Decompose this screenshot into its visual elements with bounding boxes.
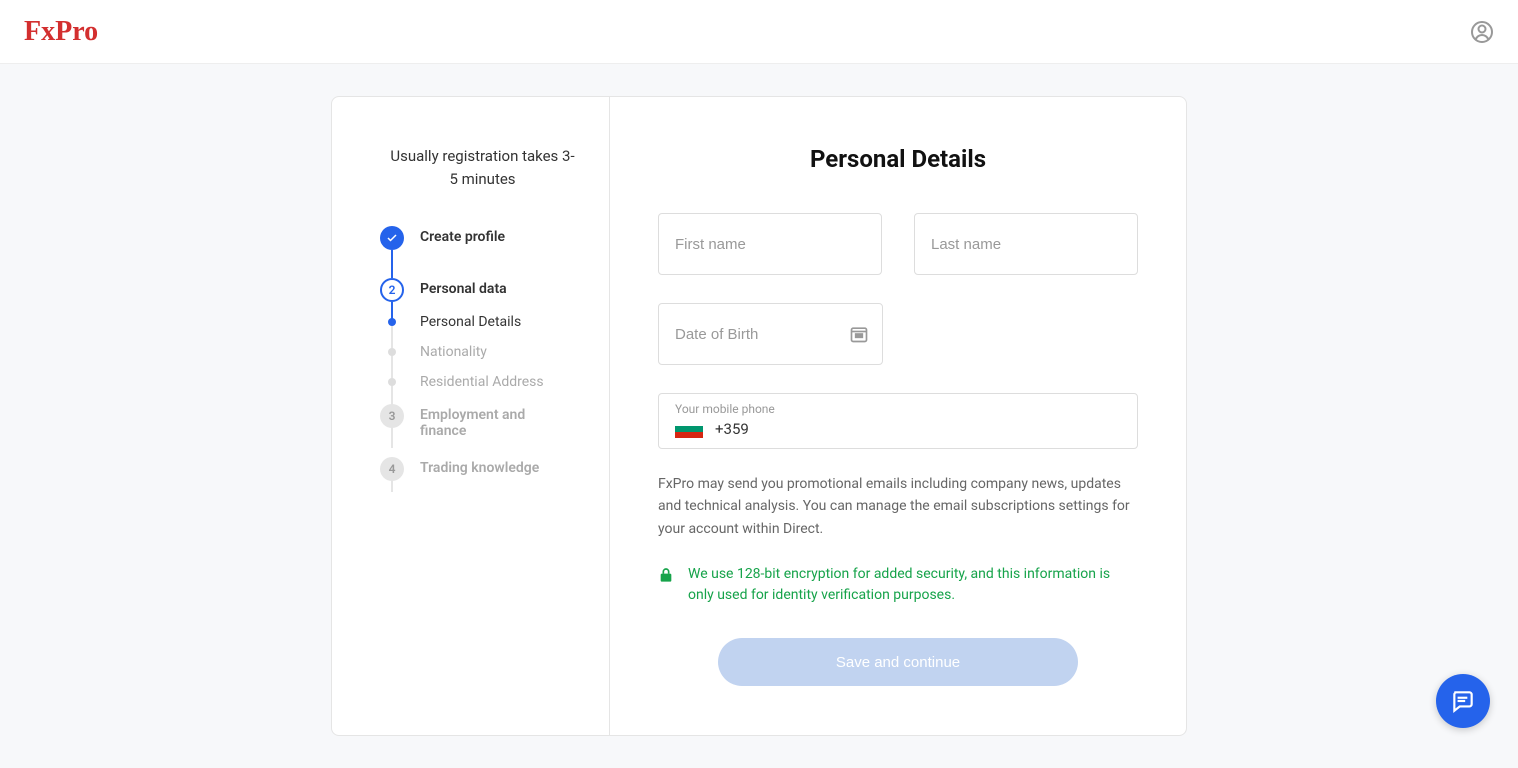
step-label: Trading knowledge: [420, 457, 539, 476]
page-container: Usually registration takes 3-5 minutes C…: [0, 64, 1518, 768]
substep-label: Residential Address: [420, 374, 544, 390]
substep-dot: [388, 348, 396, 356]
chat-button[interactable]: [1436, 674, 1490, 728]
chat-icon: [1450, 688, 1476, 714]
phone-prefix: +359: [715, 420, 749, 438]
substep-residential-address: Residential Address: [380, 374, 585, 390]
substep-dot: [388, 318, 396, 326]
save-continue-button[interactable]: Save and continue: [718, 638, 1078, 686]
substep-label: Nationality: [420, 344, 487, 360]
sidebar-title: Usually registration takes 3-5 minutes: [380, 145, 585, 190]
firstname-wrap: [658, 213, 882, 275]
step-trading-knowledge: 4 Trading knowledge: [380, 457, 585, 481]
step-label: Personal data: [420, 278, 507, 297]
step-create-profile: Create profile: [380, 226, 585, 250]
substep-personal-details: Personal Details: [380, 314, 585, 330]
lastname-input[interactable]: [914, 213, 1138, 275]
logo: FxPro: [24, 16, 98, 48]
step-number: 2: [380, 278, 404, 302]
phone-label: Your mobile phone: [675, 402, 1121, 416]
promo-disclaimer: FxPro may send you promotional emails in…: [658, 473, 1138, 540]
substep-nationality: Nationality: [380, 344, 585, 360]
steps-list: Create profile 2 Personal data Personal …: [380, 226, 585, 481]
lastname-wrap: [914, 213, 1138, 275]
step-employment-finance: 3 Employment and finance: [380, 404, 585, 439]
dob-row: [658, 303, 1138, 365]
profile-icon[interactable]: [1470, 20, 1494, 44]
dob-input[interactable]: [658, 303, 883, 365]
form-panel: Personal Details: [610, 97, 1186, 735]
lock-icon: [658, 566, 674, 584]
substep-label: Personal Details: [420, 314, 521, 330]
step-personal-data: 2 Personal data: [380, 278, 585, 302]
dob-wrap: [658, 303, 883, 365]
security-text: We use 128-bit encryption for added secu…: [688, 564, 1138, 606]
check-icon: [380, 226, 404, 250]
registration-card: Usually registration takes 3-5 minutes C…: [331, 96, 1187, 736]
step-label: Employment and finance: [420, 404, 560, 439]
step-label: Create profile: [420, 226, 505, 245]
name-row: [658, 213, 1138, 275]
substep-dot: [388, 378, 396, 386]
registration-sidebar: Usually registration takes 3-5 minutes C…: [332, 97, 610, 735]
flag-bulgaria-icon: [675, 420, 703, 438]
step-number: 4: [380, 457, 404, 481]
firstname-input[interactable]: [658, 213, 882, 275]
phone-input[interactable]: Your mobile phone +359: [658, 393, 1138, 449]
security-note: We use 128-bit encryption for added secu…: [658, 564, 1138, 606]
step-number: 3: [380, 404, 404, 428]
app-header: FxPro: [0, 0, 1518, 64]
page-title: Personal Details: [658, 145, 1138, 173]
phone-value-row: +359: [675, 420, 1121, 438]
substeps-list: Personal Details Nationality Residential…: [380, 314, 585, 390]
